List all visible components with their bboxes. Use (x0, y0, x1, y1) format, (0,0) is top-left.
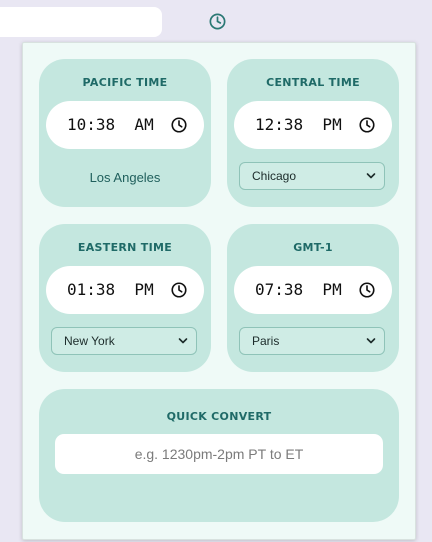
card-title: GMT-1 (293, 241, 333, 254)
clock-icon[interactable] (358, 281, 376, 299)
time-value: 01:38 PM (67, 280, 154, 299)
chevron-down-icon (178, 338, 188, 344)
time-input[interactable]: 10:38 AM (46, 101, 204, 149)
card-title: PACIFIC TIME (82, 76, 168, 89)
chevron-down-icon (366, 173, 376, 179)
time-input[interactable]: 01:38 PM (46, 266, 204, 314)
world-clock-popup: PACIFIC TIME 10:38 AM Los Angeles CENTRA… (22, 42, 416, 540)
central-time-card: CENTRAL TIME 12:38 PM Chicago (227, 59, 399, 207)
pacific-time-card: PACIFIC TIME 10:38 AM Los Angeles (39, 59, 211, 207)
chevron-down-icon (366, 338, 376, 344)
quick-convert-card: QUICK CONVERT (39, 389, 399, 522)
eastern-time-card: EASTERN TIME 01:38 PM New York (39, 224, 211, 372)
time-input[interactable]: 12:38 PM (234, 101, 392, 149)
time-value: 10:38 AM (67, 115, 154, 134)
gmt-minus-1-card: GMT-1 07:38 PM Paris (227, 224, 399, 372)
clock-icon[interactable] (358, 116, 376, 134)
city-select-value: Chicago (252, 169, 297, 183)
clock-icon[interactable] (170, 116, 188, 134)
address-bar[interactable] (0, 7, 162, 37)
quick-convert-title: QUICK CONVERT (166, 410, 272, 423)
city-select[interactable]: Chicago (239, 162, 385, 190)
city-label: Los Angeles (89, 170, 161, 185)
card-title: EASTERN TIME (77, 241, 173, 254)
time-input[interactable]: 07:38 PM (234, 266, 392, 314)
extension-clock-icon[interactable] (208, 12, 227, 31)
time-value: 07:38 PM (255, 280, 342, 299)
city-select[interactable]: New York (51, 327, 197, 355)
city-select[interactable]: Paris (239, 327, 385, 355)
clock-icon[interactable] (170, 281, 188, 299)
city-select-value: Paris (252, 334, 280, 348)
city-select-value: New York (64, 334, 115, 348)
card-title: CENTRAL TIME (266, 76, 360, 89)
time-value: 12:38 PM (255, 115, 342, 134)
quick-convert-input[interactable] (55, 434, 383, 474)
browser-toolbar (0, 0, 432, 42)
